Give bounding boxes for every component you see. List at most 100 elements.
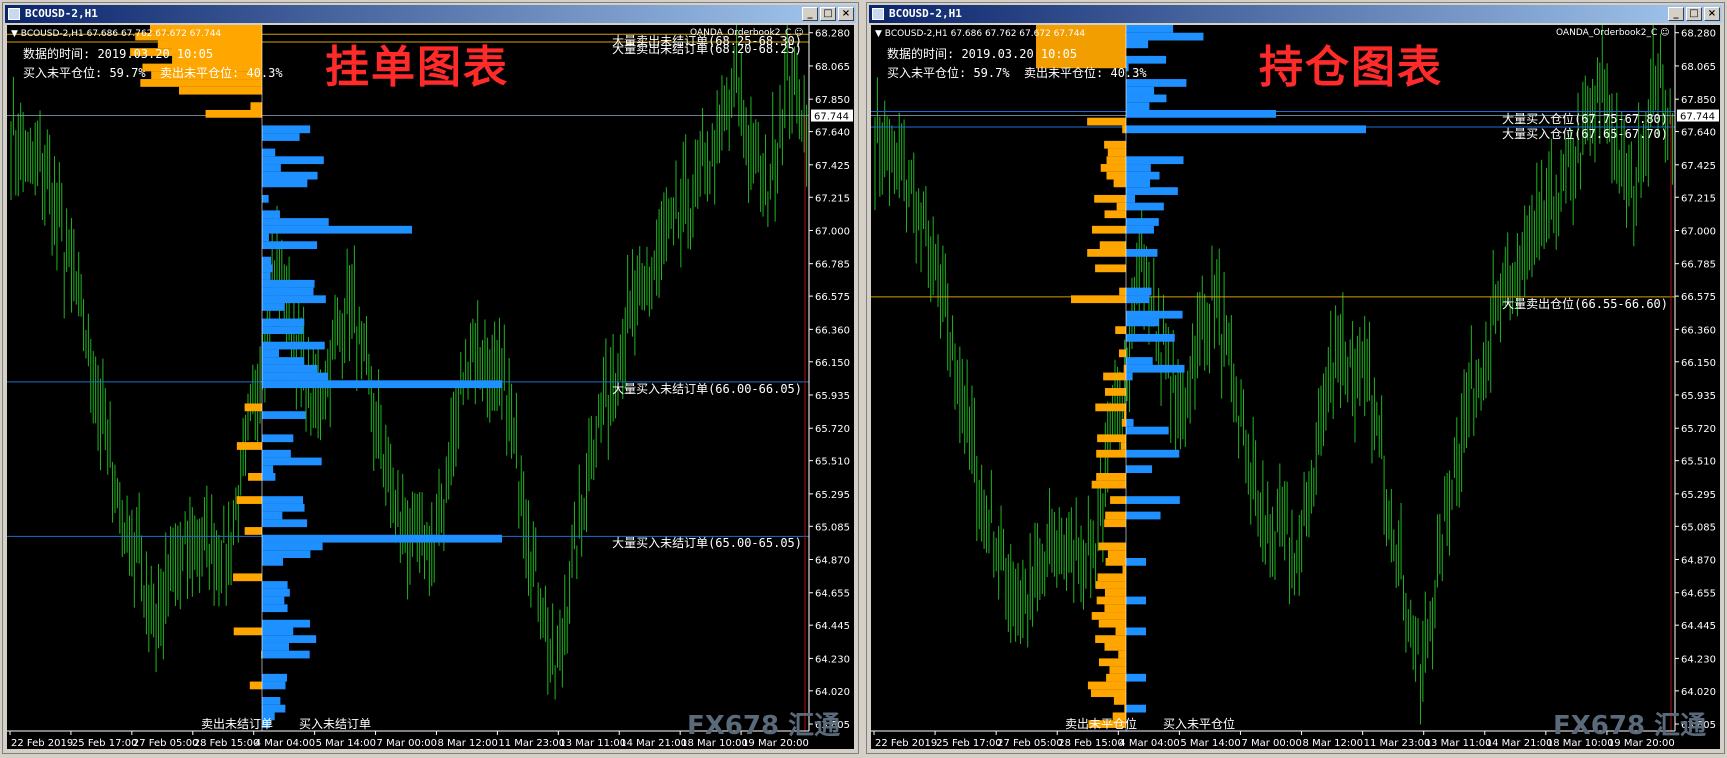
buy-bar: [262, 635, 317, 643]
buy-bar: [1126, 194, 1136, 203]
price-tick-label: 67.640: [815, 128, 850, 139]
level-annotation: 大量买入未结订单(66.00-66.05): [612, 381, 802, 396]
sell-bar: [1104, 519, 1126, 528]
buy-bar: [1126, 310, 1183, 319]
sell-bar: [1106, 156, 1126, 165]
indicator-name: OANDA_Orderbook2_C ☺: [1556, 28, 1670, 38]
sell-bar: [233, 573, 262, 582]
price-tick-label: 64.230: [815, 654, 850, 665]
sell-bar: [205, 109, 262, 118]
buy-bar: [262, 279, 315, 288]
buy-bar: [262, 272, 271, 280]
buy-bar: [1126, 179, 1151, 188]
position-ratio-label: 买入未平仓位: 59.7% 卖出未平仓位: 40.3%: [23, 66, 283, 80]
price-chart[interactable]: 68.280 68.065 67.850 67.640 67.425 67.215 67.0…: [7, 25, 854, 749]
sell-bar: [1107, 148, 1126, 157]
watermark: FX678 汇通网: [1553, 711, 1707, 749]
sell-bar: [236, 442, 262, 450]
sell-bar: [1096, 596, 1126, 605]
sell-bar: [1104, 388, 1126, 396]
buy-bar: [1126, 125, 1366, 134]
buy-orders-label: 买入未结订单: [299, 717, 372, 731]
buy-bar: [1126, 202, 1164, 211]
sell-bar: [1118, 349, 1126, 358]
buy-bar: [262, 194, 269, 203]
sell-bar: [1099, 241, 1126, 250]
price-tick-label: 67.000: [1681, 226, 1716, 237]
buy-bar: [262, 681, 286, 690]
buy-bar: [262, 148, 276, 157]
level-annotation: 大量卖出仓位(66.55-66.60): [1502, 296, 1668, 311]
buy-bar: [1126, 426, 1169, 435]
maximize-button[interactable]: □: [1686, 7, 1702, 21]
chart-window-positions[interactable]: BCOUSD-2,H1 _ □ × 68.280 68.065 67.850 67.6…: [866, 2, 1725, 754]
price-chart[interactable]: 68.280 68.065 67.850 67.640 67.425 67.215 67.0…: [871, 25, 1720, 749]
minimize-button[interactable]: _: [802, 7, 818, 21]
buy-bar: [262, 411, 306, 419]
data-time-label: 数据的时间: 2019.03.20 10:05: [887, 47, 1078, 61]
price-tick-label: 66.360: [1681, 325, 1716, 336]
time-tick-label: 25 Feb 17:00: [72, 738, 138, 749]
sell-bar: [1110, 496, 1126, 504]
sell-bar: [233, 627, 262, 636]
time-tick-label: 7 Mar 00:00: [377, 738, 437, 749]
sell-bar: [1118, 650, 1126, 659]
buy-bar: [1126, 249, 1158, 257]
close-button[interactable]: ×: [1704, 7, 1720, 21]
buy-bar: [262, 503, 305, 512]
time-tick-label: 8 Mar 12:00: [1303, 738, 1363, 749]
buy-bar: [1126, 295, 1150, 304]
title-bar[interactable]: BCOUSD-2,H1 _ □ ×: [869, 5, 1722, 23]
buy-bar: [262, 225, 412, 234]
sell-bar: [248, 473, 262, 481]
close-button[interactable]: ×: [838, 7, 854, 21]
price-tick-label: 66.785: [1681, 260, 1716, 271]
time-tick-label: 28 Feb 15:00: [1058, 738, 1124, 749]
buy-bar: [1126, 156, 1184, 165]
chart-window-orders[interactable]: BCOUSD-2,H1 _ □ × 68.280 68.065 67.850 67.6…: [2, 2, 859, 754]
buy-bar: [262, 550, 311, 559]
sell-bar: [1090, 689, 1126, 698]
sell-bar: [1107, 550, 1126, 559]
time-tick-label: 13 Mar 11:00: [559, 738, 626, 749]
time-tick-label: 4 Mar 04:00: [255, 738, 315, 749]
time-tick-label: 22 Feb 2019: [11, 738, 73, 749]
time-tick-label: 28 Feb 15:00: [194, 738, 260, 749]
chart-window-icon: [8, 8, 20, 20]
minimize-button[interactable]: _: [1668, 7, 1684, 21]
sell-bar: [1105, 557, 1126, 566]
buy-bar: [1126, 511, 1161, 520]
time-tick-label: 13 Mar 11:00: [1425, 738, 1492, 749]
price-tick-label: 64.655: [1681, 589, 1716, 600]
price-tick-label: 67.640: [1681, 128, 1716, 139]
title-bar[interactable]: BCOUSD-2,H1 _ □ ×: [5, 5, 856, 23]
price-tick-label: 66.360: [815, 325, 850, 336]
buy-bar: [262, 449, 291, 458]
sell-bar: [1115, 326, 1126, 335]
buy-bar: [262, 519, 308, 528]
time-tick-label: 14 Mar 21:00: [1486, 738, 1553, 749]
maximize-button[interactable]: □: [820, 7, 836, 21]
price-tick-label: 64.445: [815, 621, 850, 632]
window-title: BCOUSD-2,H1: [25, 7, 98, 20]
price-tick-label: 64.020: [1681, 687, 1716, 698]
price-tick-label: 66.575: [815, 292, 850, 303]
sell-bar: [1097, 434, 1126, 443]
buy-bar: [262, 473, 276, 481]
price-tick-label: 68.065: [1681, 62, 1716, 73]
buy-bar: [262, 704, 286, 713]
time-tick-label: 22 Feb 2019: [875, 738, 937, 749]
buy-bar: [262, 627, 294, 636]
sell-bar: [1104, 642, 1126, 651]
buy-bar: [1126, 418, 1134, 427]
time-tick-label: 27 Feb 05:00: [133, 738, 199, 749]
buy-bar: [1126, 187, 1178, 195]
sell-bar: [1071, 295, 1126, 304]
book-histogram: [1071, 25, 1366, 728]
sell-bar: [1098, 658, 1126, 667]
sell-bar: [1116, 202, 1126, 211]
buy-bar: [262, 380, 502, 389]
level-annotation: 大量卖出未结订单(68.20-68.25): [612, 41, 802, 56]
sell-bar: [1106, 171, 1126, 180]
price-tick-label: 66.150: [1681, 358, 1716, 369]
